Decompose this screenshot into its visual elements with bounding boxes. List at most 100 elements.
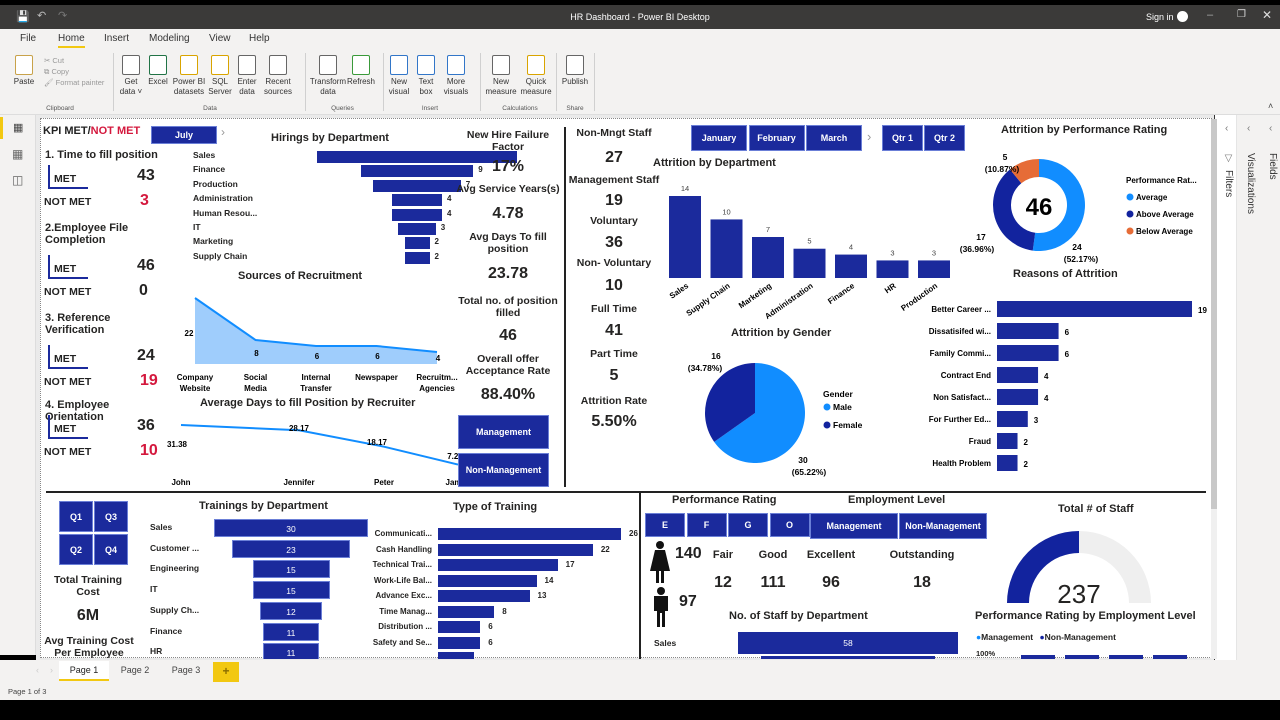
visualizations-collapse-icon[interactable]: ‹	[1247, 123, 1250, 134]
tab-modeling[interactable]: Modeling	[149, 33, 190, 44]
next-page-icon[interactable]: ›	[50, 665, 53, 675]
sql-server-button[interactable]: SQL Server	[207, 55, 233, 97]
data-label: 10	[722, 207, 730, 216]
minimize-button[interactable]: –	[1207, 9, 1213, 21]
card-label: Total no. of position filled	[458, 295, 558, 319]
fields-collapse-icon[interactable]: ‹	[1269, 123, 1272, 134]
chart-title-hirings: Hirings by Department	[271, 132, 389, 144]
restore-button[interactable]: ❐	[1237, 9, 1246, 20]
recent-sources-button[interactable]: Recent sources	[261, 55, 295, 97]
tab-insert[interactable]: Insert	[104, 33, 129, 44]
qtr-slicer-1[interactable]: Qtr 1	[882, 125, 923, 151]
bar	[438, 574, 537, 587]
bar	[438, 590, 530, 602]
get-data-button[interactable]: Get data ˅	[118, 55, 144, 97]
tab-view[interactable]: View	[209, 33, 231, 44]
month-slicer-july[interactable]: July	[151, 126, 217, 144]
more-visuals-button[interactable]: More visuals	[440, 55, 472, 97]
add-page-button[interactable]: +	[213, 662, 239, 682]
category-label: Distribution ...	[378, 622, 432, 631]
page-tab-3[interactable]: Page 3	[161, 661, 211, 681]
quarter-slicer-q3[interactable]: Q3	[94, 501, 128, 532]
perf-slicer-e[interactable]: E	[645, 513, 685, 537]
group-insert: Insert	[421, 105, 439, 112]
slicer-next-icon[interactable]: ›	[867, 129, 871, 144]
excel-button[interactable]: Excel	[146, 55, 170, 87]
cut-button[interactable]: ✂ Cut	[44, 55, 104, 66]
page-tab-2[interactable]: Page 2	[110, 661, 160, 681]
data-label: 8	[502, 606, 507, 616]
tab-home[interactable]: Home	[58, 33, 85, 48]
bar	[438, 605, 495, 618]
tab-help[interactable]: Help	[249, 33, 270, 44]
quarter-slicer-q4[interactable]: Q4	[94, 534, 128, 565]
emp-level-non-management[interactable]: Non-Management	[899, 513, 987, 539]
non-management-button[interactable]: Non-Management	[458, 453, 549, 487]
gauge-value: 237	[1057, 579, 1100, 607]
perf-slicer-f[interactable]: F	[686, 513, 727, 537]
bar	[438, 652, 474, 659]
ribbon: Paste ✂ Cut ⧉ Copy 🖌 Format painter Clip…	[0, 49, 1280, 115]
filters-collapse-icon[interactable]: ‹	[1225, 123, 1228, 134]
filters-pane[interactable]: Filters	[1223, 170, 1234, 197]
paste-button[interactable]: Paste	[12, 55, 36, 87]
perf-slicer-g[interactable]: G	[728, 513, 768, 537]
fields-pane[interactable]: Fields	[1267, 153, 1278, 180]
data-label: 4	[447, 208, 452, 218]
category-label: Technical Trai...	[372, 560, 432, 569]
qtr-slicer-2[interactable]: Qtr 2	[924, 125, 965, 151]
slicer-next-icon[interactable]: ›	[221, 125, 225, 139]
sign-in-link[interactable]: Sign in	[1146, 12, 1174, 22]
bar: 11	[262, 622, 320, 641]
quarter-slicer-q1[interactable]: Q1	[59, 501, 93, 532]
account-avatar[interactable]	[1177, 11, 1188, 22]
format-painter-button[interactable]: 🖌 Format painter	[44, 77, 104, 88]
kpi-met-value: 36	[137, 417, 155, 434]
month-slicer-march[interactable]: March	[806, 125, 862, 151]
quick-measure-button[interactable]: Quick measure	[520, 55, 552, 97]
canvas-scrollbar[interactable]	[1211, 119, 1217, 659]
quarter-slicer-q2[interactable]: Q2	[59, 534, 93, 565]
emp-level-management[interactable]: Management	[810, 513, 898, 539]
card-value: 41	[605, 322, 623, 339]
page-tab-1[interactable]: Page 1	[59, 661, 109, 681]
window-title: HR Dashboard - Power BI Desktop	[570, 12, 710, 22]
close-button[interactable]: ✕	[1262, 8, 1272, 22]
new-measure-button[interactable]: New measure	[484, 55, 518, 97]
month-slicer-january[interactable]: January	[691, 125, 747, 151]
management-button[interactable]: Management	[458, 415, 549, 449]
kpi-label: 1. Time to fill position	[45, 149, 158, 161]
group-clipboard: Clipboard	[46, 105, 74, 112]
data-view-icon[interactable]: ▦	[12, 147, 23, 161]
month-slicer-february[interactable]: February	[748, 125, 805, 151]
kpi-label: 2.Employee File Completion	[45, 222, 129, 246]
card-label: New Hire Failure Factor	[466, 129, 550, 153]
publish-button[interactable]: Publish	[560, 55, 590, 87]
enter-data-button[interactable]: Enter data	[234, 55, 260, 97]
kpi-label: 3. Reference Verification	[45, 312, 111, 336]
report-view-icon[interactable]: ▦	[13, 121, 23, 134]
chart-title-train-dept: Trainings by Department	[199, 500, 328, 512]
text-box-button[interactable]: Text box	[414, 55, 438, 97]
tab-file[interactable]: File	[20, 33, 36, 44]
category-label: IT	[193, 222, 201, 232]
transform-data-button[interactable]: Transform data	[308, 55, 348, 97]
collapse-ribbon-icon[interactable]: ˄	[1268, 101, 1273, 111]
legend-marker	[1126, 193, 1134, 201]
card-value: 88.40%	[480, 386, 536, 403]
category-label: Supply Ch...	[150, 604, 200, 615]
active-indicator	[0, 117, 3, 139]
new-visual-button[interactable]: New visual	[386, 55, 412, 97]
perf-slicer-o[interactable]: O	[769, 513, 810, 537]
visualizations-pane[interactable]: Visualizations	[1245, 153, 1256, 214]
category-label: Dissatisifed wi...	[929, 327, 991, 336]
prev-page-icon[interactable]: ‹	[36, 665, 39, 675]
chart-train-type: Communicati... 26 Cash Handling 22 Technical…	[366, 528, 641, 659]
pbi-datasets-button[interactable]: Power BI datasets	[172, 55, 206, 97]
card-value: 36	[605, 234, 623, 251]
copy-button[interactable]: ⧉ Copy	[44, 66, 104, 77]
legend-title: Gender	[823, 389, 853, 399]
refresh-button[interactable]: Refresh	[346, 55, 376, 87]
filter-funnel-icon: ▽	[1223, 153, 1234, 164]
model-view-icon[interactable]: ◫	[12, 173, 23, 187]
